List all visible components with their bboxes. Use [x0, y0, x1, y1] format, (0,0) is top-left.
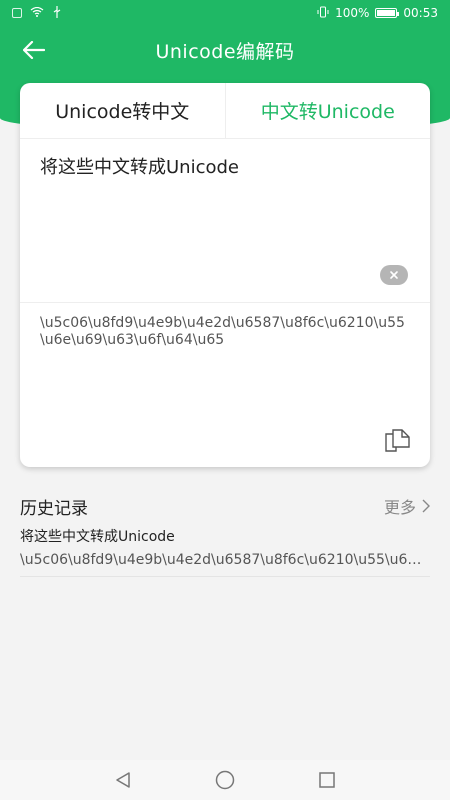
- history-title: 历史记录: [20, 498, 88, 519]
- nav-home-button[interactable]: [214, 769, 236, 791]
- page-title: Unicode编解码: [155, 40, 295, 63]
- close-icon: [390, 271, 398, 279]
- vibrate-icon: [317, 6, 329, 21]
- more-link[interactable]: 更多: [384, 494, 430, 518]
- history-item[interactable]: 将这些中文转成Unicode \u5c06\u8fd9\u4e9b\u4e2d\…: [20, 526, 430, 577]
- input-area[interactable]: 将这些中文转成Unicode: [20, 139, 430, 303]
- history-section: 历史记录 更多 将这些中文转成Unicode \u5c06\u8fd9\u4e9…: [20, 494, 430, 577]
- battery-icon: [375, 8, 400, 18]
- history-item-result: \u5c06\u8fd9\u4e9b\u4e2d\u6587\u8f6c\u62…: [20, 552, 430, 568]
- tab-bar: Unicode转中文 中文转Unicode: [20, 83, 430, 139]
- nav-back-button[interactable]: [112, 769, 134, 791]
- copy-icon: [385, 429, 410, 452]
- tab-unicode-to-chinese[interactable]: Unicode转中文: [20, 83, 225, 138]
- clear-button[interactable]: [380, 265, 408, 285]
- back-button[interactable]: [16, 34, 52, 66]
- circle-home-icon: [215, 770, 235, 790]
- copy-button[interactable]: [384, 426, 412, 452]
- system-nav-bar: [0, 760, 450, 800]
- sim-icon: [12, 8, 22, 18]
- more-label: 更多: [383, 498, 416, 517]
- tab-chinese-to-unicode[interactable]: 中文转Unicode: [224, 83, 431, 138]
- nav-recents-button[interactable]: [316, 769, 338, 791]
- output-text: \u5c06\u8fd9\u4e9b\u4e2d\u6587\u8f6c\u62…: [40, 315, 405, 348]
- history-header: 历史记录 更多: [20, 494, 430, 519]
- arrow-left-icon: [23, 41, 45, 59]
- input-field[interactable]: 将这些中文转成Unicode: [40, 153, 239, 179]
- app-bar: Unicode编解码: [0, 26, 450, 74]
- triangle-back-icon: [116, 772, 130, 788]
- clock: 00:53: [403, 6, 438, 20]
- status-left: [12, 5, 62, 21]
- status-right: 100% 00:53: [317, 6, 438, 21]
- square-recents-icon: [319, 772, 335, 788]
- usb-icon: [52, 5, 62, 21]
- converter-card: Unicode转中文 中文转Unicode 将这些中文转成Unicode \u5…: [20, 83, 430, 467]
- history-item-source: 将这些中文转成Unicode: [20, 529, 175, 545]
- wifi-icon: [30, 6, 44, 20]
- output-area: \u5c06\u8fd9\u4e9b\u4e2d\u6587\u8f6c\u62…: [20, 303, 430, 466]
- status-bar: 100% 00:53: [0, 0, 450, 26]
- chevron-right-icon: [422, 499, 430, 513]
- battery-percent: 100%: [335, 6, 370, 20]
